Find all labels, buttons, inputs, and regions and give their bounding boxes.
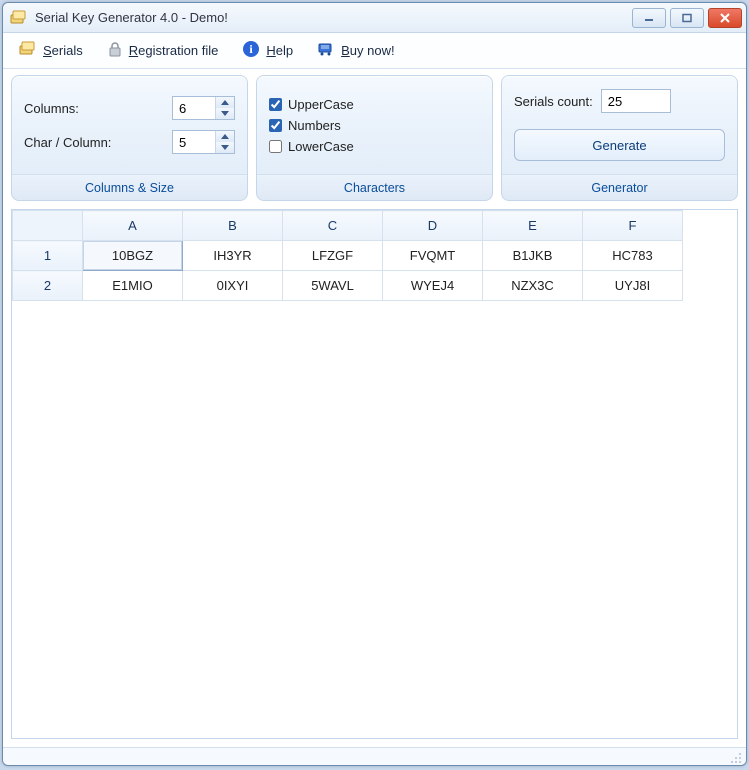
table-row: 110BGZIH3YRLFZGFFVQMTB1JKBHC783 (13, 241, 683, 271)
column-header[interactable]: F (583, 211, 683, 241)
cart-icon (317, 40, 335, 61)
char-down[interactable] (216, 142, 234, 153)
resize-grip-icon[interactable] (728, 750, 742, 764)
help-menu[interactable]: i Help (236, 37, 299, 64)
grid-cell[interactable]: 5WAVL (283, 271, 383, 301)
column-header[interactable]: C (283, 211, 383, 241)
column-header[interactable]: A (83, 211, 183, 241)
buy-label: Buy now! (341, 43, 394, 58)
columns-label: Columns: (24, 101, 79, 116)
numbers-checkbox[interactable]: Numbers (269, 118, 480, 133)
columns-up[interactable] (216, 97, 234, 108)
column-header[interactable]: B (183, 211, 283, 241)
columns-size-panel: Columns: Char / Column: (11, 75, 248, 201)
columns-stepper[interactable] (172, 96, 235, 120)
grid-scroll[interactable]: ABCDEF110BGZIH3YRLFZGFFVQMTB1JKBHC7832E1… (12, 210, 737, 738)
serials-count-input[interactable] (601, 89, 671, 113)
help-label: Help (266, 43, 293, 58)
grid-cell[interactable]: HC783 (583, 241, 683, 271)
columns-input[interactable] (173, 97, 215, 119)
serials-label: Serials (43, 43, 83, 58)
char-column-input[interactable] (173, 131, 215, 153)
toolbar: Serials Registration file i Help Buy now… (3, 33, 746, 69)
char-column-stepper[interactable] (172, 130, 235, 154)
characters-title: Characters (257, 174, 492, 200)
registration-menu[interactable]: Registration file (101, 38, 225, 63)
generator-panel: Serials count: Generate Generator (501, 75, 738, 201)
column-header[interactable]: E (483, 211, 583, 241)
grid-corner (13, 211, 83, 241)
grid-cell[interactable]: B1JKB (483, 241, 583, 271)
lock-icon (107, 41, 123, 60)
grid-cell[interactable]: LFZGF (283, 241, 383, 271)
window-controls (632, 8, 742, 28)
buy-menu[interactable]: Buy now! (311, 37, 400, 64)
char-column-label: Char / Column: (24, 135, 111, 150)
grid-table: ABCDEF110BGZIH3YRLFZGFFVQMTB1JKBHC7832E1… (12, 210, 683, 301)
lowercase-checkbox[interactable]: LowerCase (269, 139, 480, 154)
minimize-button[interactable] (632, 8, 666, 28)
close-button[interactable] (708, 8, 742, 28)
app-icon (9, 8, 29, 28)
app-window: Serial Key Generator 4.0 - Demo! Serials… (2, 2, 747, 766)
column-header[interactable]: D (383, 211, 483, 241)
grid-cell[interactable]: FVQMT (383, 241, 483, 271)
serials-icon (19, 40, 37, 61)
grid-cell[interactable]: IH3YR (183, 241, 283, 271)
grid-cell[interactable]: UYJ8I (583, 271, 683, 301)
char-up[interactable] (216, 131, 234, 142)
grid-cell[interactable]: 0IXYI (183, 271, 283, 301)
titlebar[interactable]: Serial Key Generator 4.0 - Demo! (3, 3, 746, 33)
serials-grid: ABCDEF110BGZIH3YRLFZGFFVQMTB1JKBHC7832E1… (11, 209, 738, 739)
maximize-button[interactable] (670, 8, 704, 28)
lowercase-label: LowerCase (288, 139, 354, 154)
columns-size-title: Columns & Size (12, 174, 247, 200)
serials-count-label: Serials count: (514, 94, 593, 109)
info-icon: i (242, 40, 260, 61)
window-title: Serial Key Generator 4.0 - Demo! (35, 10, 632, 25)
row-header[interactable]: 2 (13, 271, 83, 301)
columns-down[interactable] (216, 108, 234, 119)
uppercase-checkbox[interactable]: UpperCase (269, 97, 480, 112)
generator-title: Generator (502, 174, 737, 200)
grid-cell[interactable]: WYEJ4 (383, 271, 483, 301)
grid-cell[interactable]: E1MIO (83, 271, 183, 301)
table-row: 2E1MIO0IXYI5WAVLWYEJ4NZX3CUYJ8I (13, 271, 683, 301)
serials-menu[interactable]: Serials (13, 37, 89, 64)
statusbar (3, 747, 746, 765)
grid-cell[interactable]: NZX3C (483, 271, 583, 301)
row-header[interactable]: 1 (13, 241, 83, 271)
numbers-label: Numbers (288, 118, 341, 133)
uppercase-label: UpperCase (288, 97, 354, 112)
grid-cell[interactable]: 10BGZ (83, 241, 183, 271)
characters-panel: UpperCase Numbers LowerCase Characters (256, 75, 493, 201)
registration-label: Registration file (129, 43, 219, 58)
generate-button[interactable]: Generate (514, 129, 725, 161)
settings-panels: Columns: Char / Column: (11, 75, 738, 201)
